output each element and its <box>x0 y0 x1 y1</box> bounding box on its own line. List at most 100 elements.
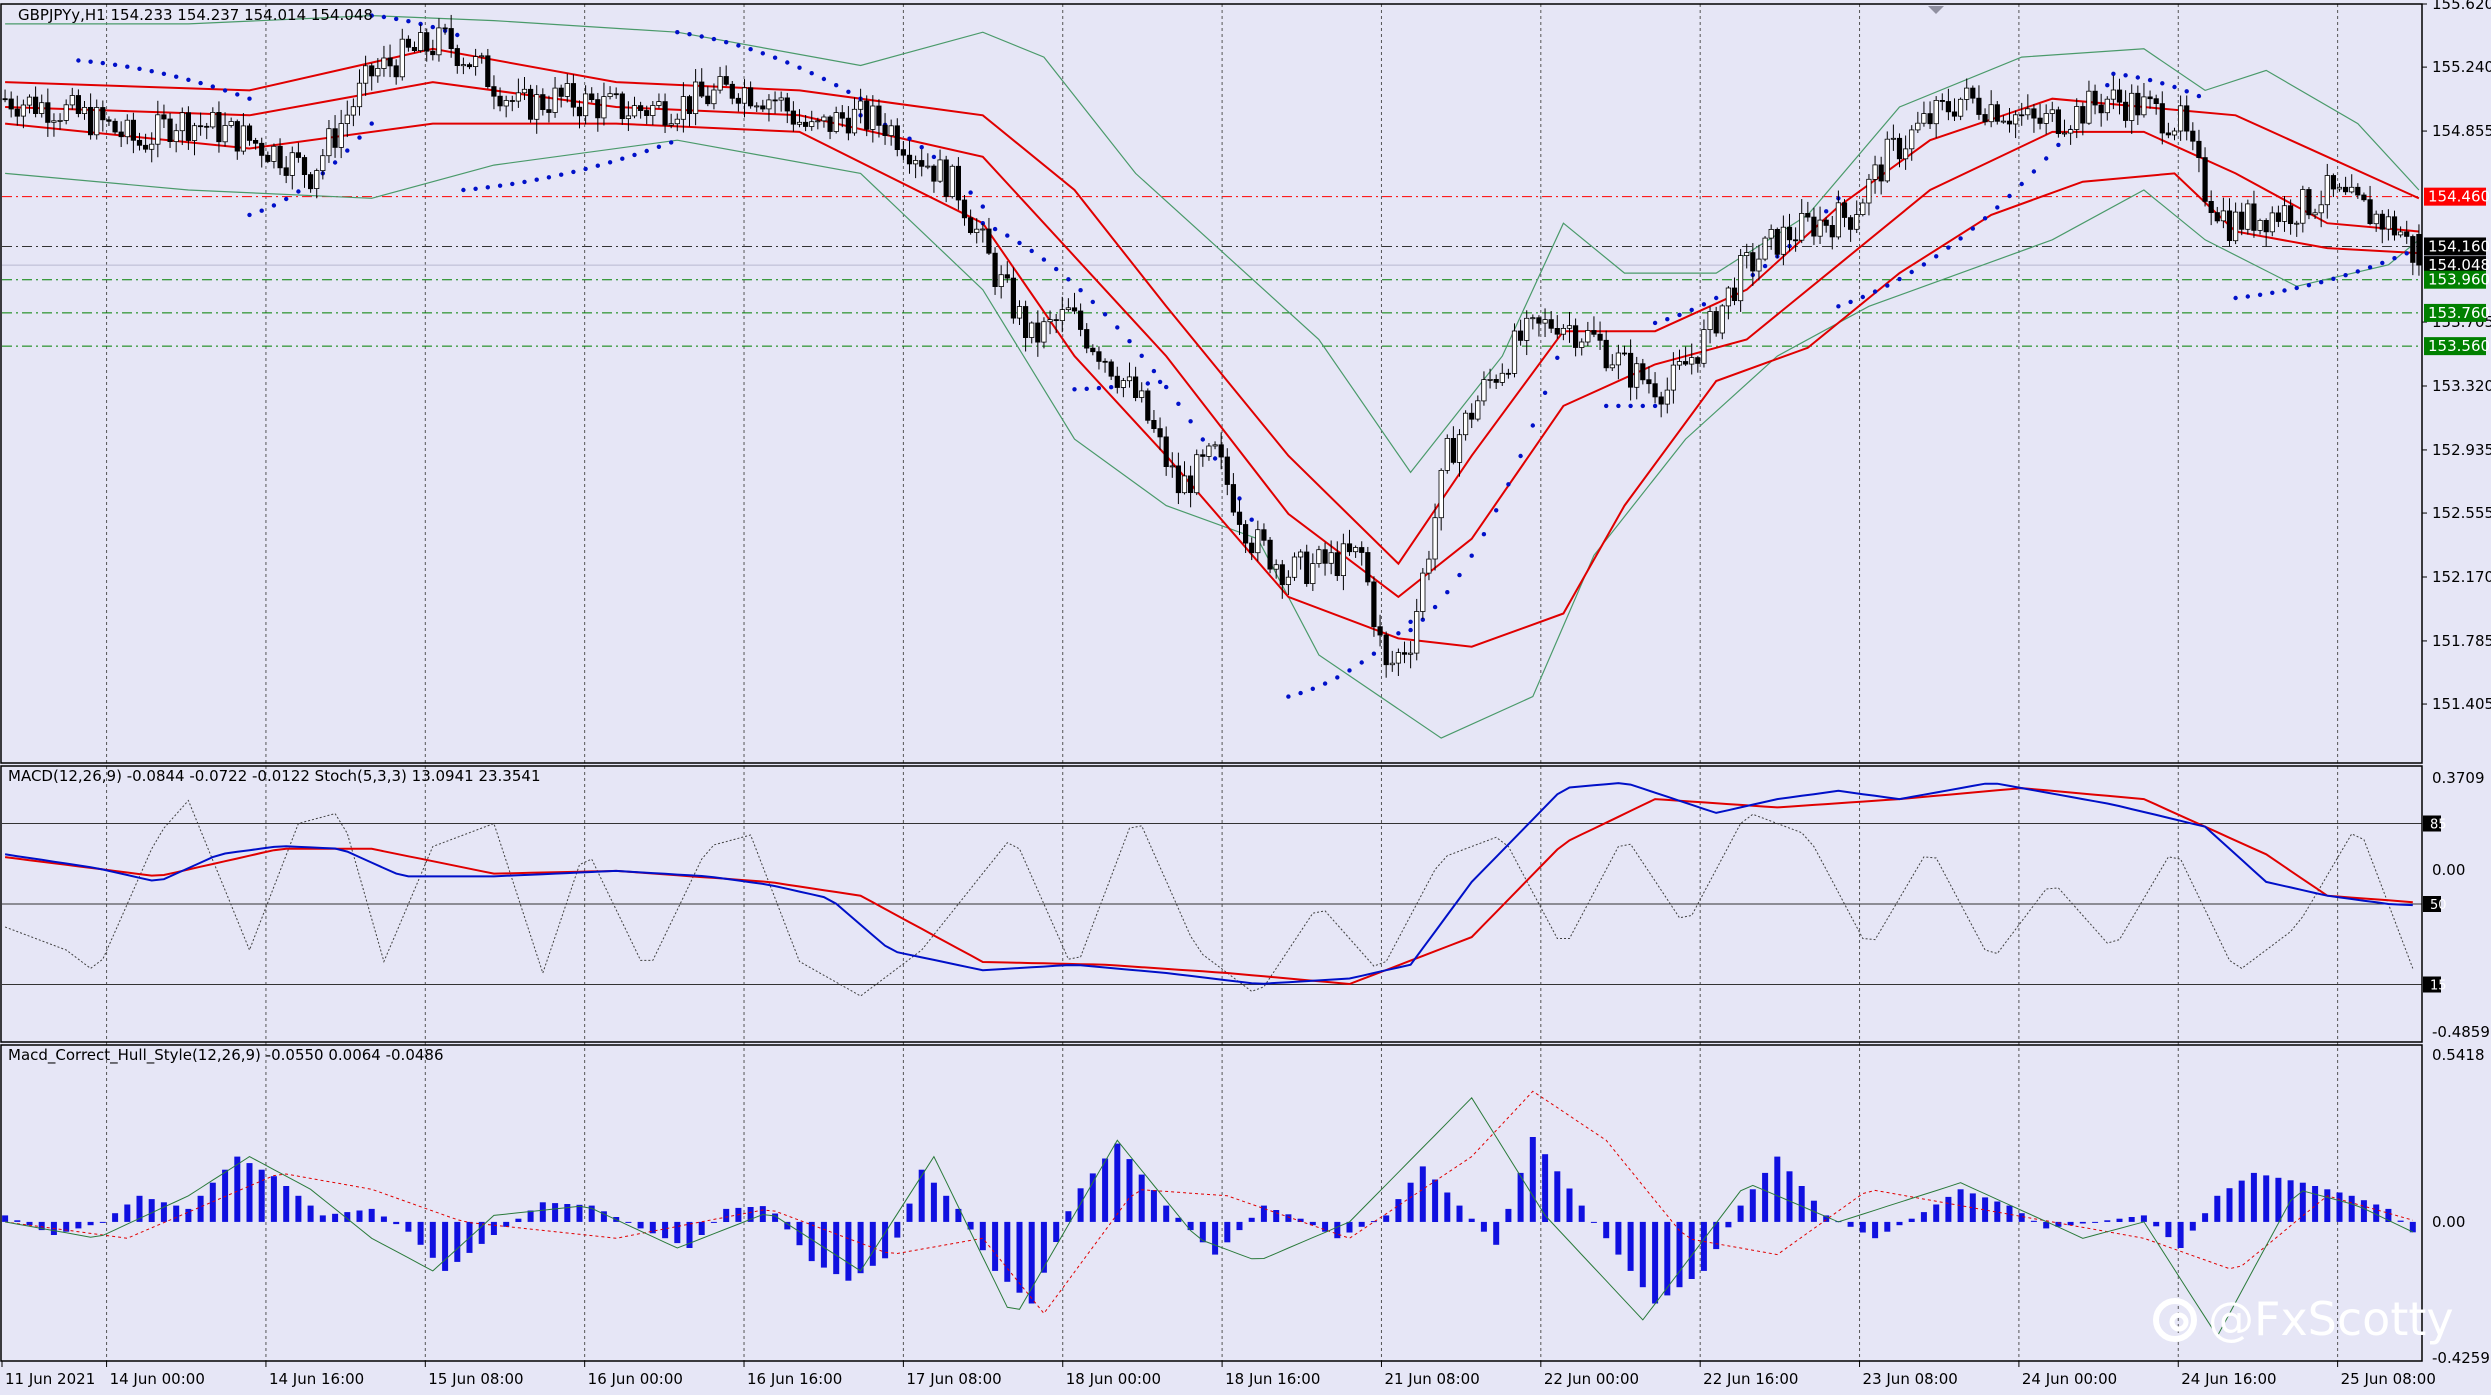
candle-body <box>1078 310 1084 330</box>
chart-svg[interactable]: 855015 155.620155.240154.855153.705153.3… <box>0 0 2491 1391</box>
price-label-text: 154.460 <box>2428 188 2490 206</box>
candle-body <box>8 98 14 110</box>
candle-body <box>466 64 473 68</box>
hist-bar <box>1224 1221 1231 1243</box>
time-tick-label: 16 Jun 00:00 <box>588 1370 683 1388</box>
sar-dot <box>1371 651 1377 656</box>
candle-body <box>1994 104 2000 122</box>
sar-dot <box>1139 353 1144 358</box>
candle-body <box>858 100 864 110</box>
sar-dot <box>2184 89 2189 94</box>
candle-body <box>601 96 607 119</box>
sar-dot <box>546 175 552 180</box>
candle-body <box>1139 390 1145 398</box>
candle-body <box>2000 120 2006 123</box>
candle-body <box>998 274 1004 288</box>
candle-body <box>1194 454 1200 494</box>
candle-body <box>1628 352 1634 388</box>
candle-body <box>161 114 167 120</box>
hist-bar <box>1053 1221 1060 1242</box>
candle-body <box>179 112 185 132</box>
hist-bar <box>1456 1205 1463 1222</box>
candle-body <box>772 99 778 102</box>
candle-body <box>741 87 748 104</box>
sar-dot <box>2355 269 2360 274</box>
hist-bar <box>1798 1186 1805 1222</box>
trading-chart[interactable]: 85 50 15 155.620 155.240 154.855 153.705 153.3… <box>0 0 2491 1391</box>
candle-body <box>1163 436 1169 467</box>
hist-bar <box>319 1215 326 1222</box>
candle-body <box>2239 211 2245 230</box>
hist-bar <box>845 1221 852 1281</box>
candle-body <box>69 95 75 106</box>
sar-dot <box>149 69 154 74</box>
candle-body <box>1334 552 1340 577</box>
candle-body <box>937 159 943 182</box>
hull-tick-label: -0.4259 <box>2432 1349 2490 1367</box>
candle-body <box>656 101 662 106</box>
sar-dot <box>834 83 839 88</box>
candle-body <box>1322 549 1328 564</box>
hist-bar <box>1554 1171 1561 1222</box>
candle-body <box>1469 412 1475 420</box>
candle-body <box>558 87 564 97</box>
sar-dot <box>1885 283 1890 288</box>
candle-body <box>2098 104 2104 114</box>
candle-body <box>894 125 900 151</box>
sar-dot <box>907 136 912 141</box>
candle-body <box>2067 129 2074 134</box>
sar-dot <box>1084 386 1089 391</box>
sar-dot <box>137 66 142 72</box>
hist-bar <box>2128 1217 2135 1222</box>
hist-bar <box>1872 1221 1879 1239</box>
hist-bar <box>124 1204 131 1222</box>
hist-bar <box>148 1199 155 1222</box>
candle-body <box>1695 357 1701 364</box>
candle-body <box>1169 465 1175 468</box>
hist-bar <box>1346 1221 1353 1233</box>
sar-dot <box>1714 295 1719 301</box>
price-tick-label: 153.320 <box>2432 377 2491 395</box>
candle-body <box>1224 456 1230 485</box>
candle-body <box>1780 226 1786 255</box>
sar-dot <box>1066 277 1071 282</box>
sar-dot <box>2319 280 2324 285</box>
price-label-text: 153.960 <box>2428 271 2490 289</box>
candle-body <box>2281 205 2288 222</box>
sar-dot <box>2031 169 2037 174</box>
sar-dot <box>485 185 490 190</box>
hist-bar <box>576 1204 583 1222</box>
sar-dot <box>1212 456 1218 461</box>
price-tick-label: 151.405 <box>2432 695 2491 713</box>
candle-body <box>913 160 919 165</box>
candle-body <box>1383 634 1389 666</box>
candle-body <box>14 108 20 117</box>
sar-dot <box>846 89 851 95</box>
hist-bar <box>2214 1195 2221 1222</box>
candle-body <box>1854 214 1860 230</box>
candle-body <box>1059 309 1065 322</box>
candle-body <box>479 55 485 58</box>
candle-body <box>631 105 638 117</box>
candle-body <box>1621 352 1628 355</box>
hist-bar <box>222 1169 229 1222</box>
candle-body <box>1181 475 1188 494</box>
candle-body <box>1090 347 1096 353</box>
candle-body <box>735 97 742 104</box>
sar-dot <box>2306 283 2312 288</box>
time-tick-label: 18 Jun 00:00 <box>1066 1370 1161 1388</box>
candle-body <box>411 47 418 52</box>
candle-body <box>1206 445 1212 457</box>
candle-body <box>2214 212 2220 222</box>
candle-body <box>509 100 515 102</box>
candle-body <box>1346 543 1353 553</box>
candle-body <box>362 65 369 84</box>
candle-body <box>821 116 827 122</box>
price-tick-label: 152.170 <box>2432 568 2491 586</box>
candle-body <box>1108 361 1114 377</box>
candle-body <box>876 105 882 126</box>
sar-dot <box>406 19 411 24</box>
candle-body <box>2391 216 2398 236</box>
candle-body <box>405 38 412 48</box>
candle-body <box>778 97 784 101</box>
